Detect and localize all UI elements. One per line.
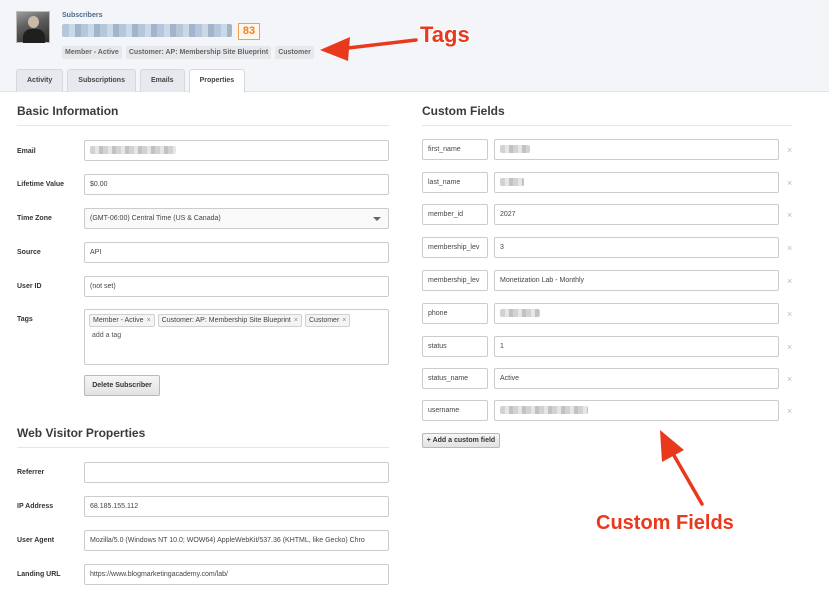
custom-field-name[interactable]: membership_lev (422, 237, 488, 258)
annotation-custom-fields: Custom Fields (596, 512, 734, 534)
value-redacted (500, 178, 524, 187)
remove-field-icon[interactable]: × (787, 276, 792, 286)
custom-field-value[interactable]: 3 (494, 237, 779, 258)
user-id-field[interactable]: (not set) (84, 276, 389, 297)
delete-subscriber-button[interactable]: Delete Subscriber (84, 375, 160, 396)
time-zone-select[interactable]: (GMT-06:00) Central Time (US & Canada) (84, 208, 389, 229)
tag-chip: Member - Active × (89, 314, 155, 327)
header-tag[interactable]: Customer: AP: Membership Site Blueprint (125, 46, 272, 59)
avatar (16, 11, 50, 43)
value-redacted (500, 145, 530, 154)
value-redacted (500, 406, 588, 415)
ip-address-label: IP Address (17, 503, 54, 510)
remove-field-icon[interactable]: × (787, 374, 792, 384)
custom-field-name[interactable]: status (422, 336, 488, 357)
custom-field-name[interactable]: first_name (422, 139, 488, 160)
custom-field-value[interactable] (494, 400, 779, 421)
referrer-field[interactable] (84, 462, 389, 483)
time-zone-label: Time Zone (17, 215, 52, 222)
email-field[interactable] (84, 140, 389, 161)
custom-field-name[interactable]: phone (422, 303, 488, 324)
section-divider (17, 125, 389, 126)
custom-fields-annotation-arrow-icon (660, 430, 704, 506)
value-redacted (500, 309, 540, 318)
tag-chip-list: Member - Active × Customer: AP: Membershi… (89, 314, 351, 327)
chevron-down-icon (373, 217, 381, 221)
custom-field-name[interactable]: member_id (422, 204, 488, 225)
remove-tag-icon[interactable]: × (147, 317, 151, 324)
remove-field-icon[interactable]: × (787, 342, 792, 352)
tags-label: Tags (17, 316, 33, 323)
custom-field-value[interactable] (494, 303, 779, 324)
custom-field-value[interactable] (494, 139, 779, 160)
landing-url-label: Landing URL (17, 571, 61, 578)
tags-annotation-arrow-icon (320, 37, 418, 61)
remove-field-icon[interactable]: × (787, 243, 792, 253)
tag-chip: Customer × (304, 314, 351, 327)
tab-properties[interactable]: Properties (188, 69, 246, 93)
time-zone-value: (GMT-06:00) Central Time (US & Canada) (90, 215, 221, 222)
lifetime-value-label: Lifetime Value (17, 181, 65, 188)
tags-input[interactable]: Member - Active × Customer: AP: Membershi… (84, 309, 389, 365)
custom-field-value[interactable]: 1 (494, 336, 779, 357)
remove-field-icon[interactable]: × (787, 145, 792, 155)
ip-address-field[interactable]: 68.185.155.112 (84, 496, 389, 517)
tab-bar: Activity Subscriptions Emails Properties (16, 69, 246, 93)
custom-field-name[interactable]: last_name (422, 172, 488, 193)
lead-score-badge: 83 (238, 23, 260, 40)
lifetime-value-field[interactable]: $0.00 (84, 174, 389, 195)
web-visitor-title: Web Visitor Properties (17, 426, 146, 440)
section-divider (422, 125, 792, 126)
custom-fields-title: Custom Fields (422, 104, 505, 118)
add-tag-placeholder[interactable]: add a tag (92, 332, 121, 339)
section-divider (17, 447, 389, 448)
remove-field-icon[interactable]: × (787, 406, 792, 416)
custom-field-value[interactable]: Active (494, 368, 779, 389)
tag-chip-label: Customer (308, 317, 340, 324)
tag-chip-label: Member - Active (93, 317, 144, 324)
tab-emails[interactable]: Emails (139, 69, 185, 92)
user-id-label: User ID (17, 283, 42, 290)
tag-chip: Customer: AP: Membership Site Blueprint × (157, 314, 302, 327)
custom-field-value[interactable]: Monetization Lab - Monthly (494, 270, 779, 291)
custom-field-name[interactable]: status_name (422, 368, 488, 389)
source-label: Source (17, 249, 41, 256)
email-label: Email (17, 148, 36, 155)
custom-field-name[interactable]: membership_lev (422, 270, 488, 291)
remove-field-icon[interactable]: × (787, 210, 792, 220)
user-agent-label: User Agent (17, 537, 55, 544)
source-field[interactable]: API (84, 242, 389, 263)
remove-field-icon[interactable]: × (787, 178, 792, 188)
custom-field-value[interactable] (494, 172, 779, 193)
subscriber-name-redacted (62, 24, 232, 37)
add-custom-field-button[interactable]: + Add a custom field (422, 433, 500, 448)
basic-info-title: Basic Information (17, 104, 119, 118)
header-tag[interactable]: Member - Active (62, 46, 122, 59)
user-agent-field[interactable]: Mozilla/5.0 (Windows NT 10.0; WOW64) App… (84, 530, 389, 551)
tag-chip-label: Customer: AP: Membership Site Blueprint (161, 317, 291, 324)
remove-tag-icon[interactable]: × (294, 317, 298, 324)
referrer-label: Referrer (17, 469, 45, 476)
email-redacted (90, 146, 176, 155)
header-tag[interactable]: Customer (275, 46, 314, 59)
header-tag-list: Member - Active Customer: AP: Membership… (62, 46, 314, 59)
tab-subscriptions[interactable]: Subscriptions (67, 69, 136, 92)
remove-field-icon[interactable]: × (787, 309, 792, 319)
annotation-tags: Tags (420, 22, 470, 47)
landing-url-field[interactable]: https://www.blogmarketingacademy.com/lab… (84, 564, 389, 585)
breadcrumb-subscribers[interactable]: Subscribers (62, 12, 102, 19)
tab-activity[interactable]: Activity (16, 69, 64, 92)
custom-field-value[interactable]: 2027 (494, 204, 779, 225)
custom-field-name[interactable]: username (422, 400, 488, 421)
remove-tag-icon[interactable]: × (342, 317, 346, 324)
